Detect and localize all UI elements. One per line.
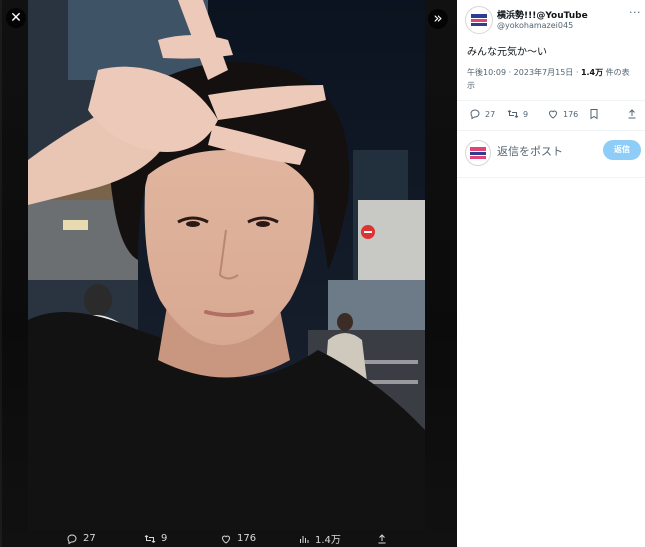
tweet-timestamp[interactable]: 午後10:09 · 2023年7月15日 ·: [467, 68, 581, 77]
media-share-button[interactable]: [376, 533, 388, 545]
reply-icon: [67, 533, 77, 544]
selfie-image: [28, 0, 425, 530]
bookmark-button[interactable]: [588, 108, 600, 120]
media-views-button[interactable]: 1.4万: [298, 531, 341, 546]
more-icon: ···: [629, 6, 641, 19]
tweet-views-count: 1.4万: [580, 68, 604, 77]
media-retweet-button[interactable]: 9: [144, 533, 167, 545]
like-count: 176: [563, 109, 579, 119]
media-retweet-count: 9: [161, 533, 168, 544]
retweet-button[interactable]: 9: [507, 108, 528, 120]
like-icon: [221, 535, 231, 544]
share-button[interactable]: [626, 108, 638, 120]
reply-icon: [470, 109, 480, 120]
retweet-count: 9: [523, 109, 529, 119]
expand-panel-button[interactable]: »: [428, 9, 448, 29]
media-viewer: ✕ » 27 9 176 1.4万: [0, 0, 457, 547]
media-reply-count: 27: [83, 533, 96, 544]
reply-count: 27: [485, 109, 496, 119]
reply-submit-button[interactable]: 返信: [603, 140, 641, 160]
user-avatar-icon: [470, 147, 486, 159]
like-button[interactable]: 176: [547, 108, 578, 120]
tweet-photo[interactable]: [28, 0, 425, 530]
channel-logo-icon: [471, 14, 487, 26]
divider: [457, 100, 645, 101]
retweet-icon: [144, 534, 156, 543]
media-like-button[interactable]: 176: [220, 533, 256, 545]
close-icon: ✕: [10, 10, 22, 26]
media-views-count: 1.4万: [315, 535, 341, 546]
media-action-bar: 27 9 176 1.4万: [0, 530, 457, 547]
tweet-meta: 午後10:09 · 2023年7月15日 · 1.4万 件の表示: [467, 66, 637, 92]
author-handle[interactable]: @yokohamazei045: [497, 21, 573, 30]
tweet-text: みんな元気か〜い: [467, 47, 547, 58]
retweet-icon: [507, 110, 519, 118]
double-chevron-right-icon: »: [433, 9, 443, 27]
tweet-action-bar: 27 9 176: [457, 108, 645, 126]
bookmark-icon: [590, 109, 598, 120]
media-reply-button[interactable]: 27: [66, 533, 96, 545]
divider: [457, 177, 645, 178]
divider: [457, 130, 645, 131]
share-icon: [628, 109, 636, 119]
reply-button[interactable]: 27: [469, 108, 495, 120]
author-avatar[interactable]: [465, 6, 493, 34]
more-options-button[interactable]: ···: [629, 6, 641, 19]
reply-user-avatar: [465, 140, 491, 166]
close-viewer-button[interactable]: ✕: [6, 8, 26, 28]
share-icon: [378, 533, 386, 543]
author-name[interactable]: 横浜勢!!!@YouTube: [497, 8, 588, 21]
views-icon: [300, 535, 309, 543]
media-like-count: 176: [237, 533, 257, 544]
like-icon: [548, 110, 558, 119]
tweet-detail-pane: 横浜勢!!!@YouTube @yokohamazei045 ··· みんな元気…: [457, 0, 645, 547]
reply-input[interactable]: 返信をポスト: [497, 143, 563, 159]
